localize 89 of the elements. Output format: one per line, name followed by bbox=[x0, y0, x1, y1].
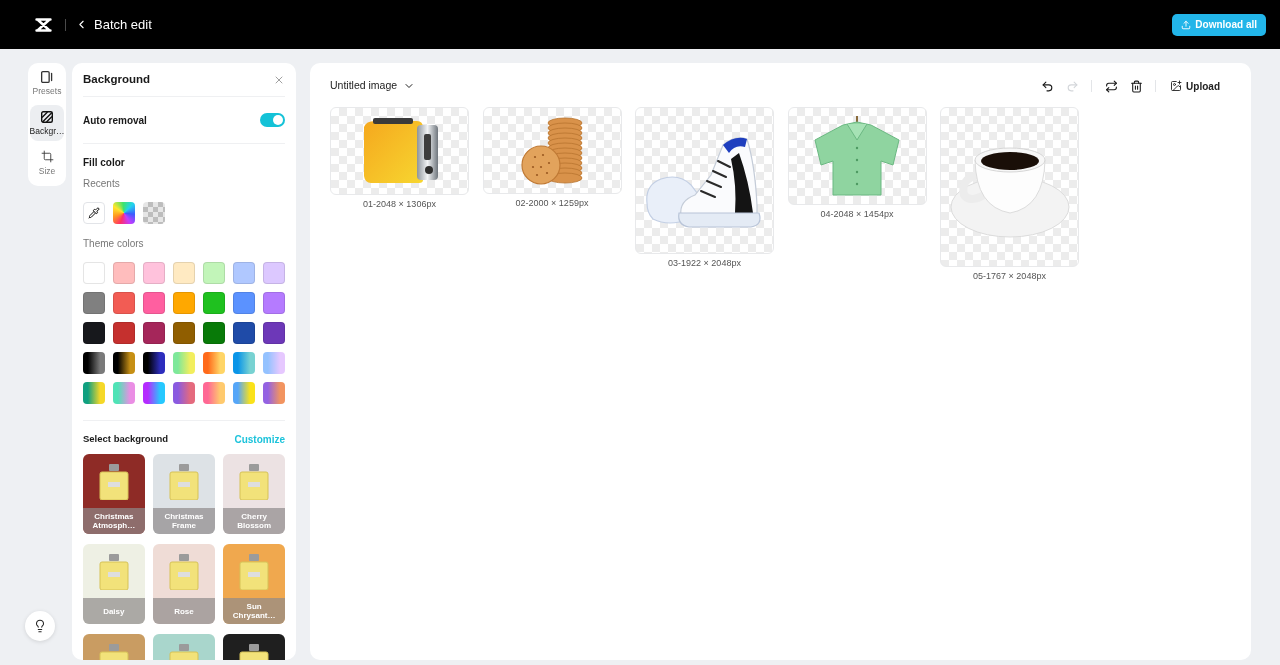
gradient-swatch[interactable] bbox=[83, 352, 105, 374]
gradient-swatch[interactable] bbox=[203, 352, 225, 374]
image-tile[interactable] bbox=[482, 107, 622, 194]
background-photo-option[interactable]: Christmas Atmosph… bbox=[83, 454, 145, 534]
crop-icon bbox=[40, 150, 54, 163]
gradient-swatch[interactable] bbox=[233, 382, 255, 404]
auto-removal-label: Auto removal bbox=[83, 113, 147, 128]
rail-tab[interactable]: Backgr… bbox=[30, 105, 64, 141]
color-swatch[interactable] bbox=[263, 292, 285, 314]
recents-label: Recents bbox=[83, 178, 121, 190]
download-all-button[interactable]: Download all bbox=[1172, 13, 1266, 36]
perfume-bottle-icon bbox=[169, 554, 199, 590]
image-title-dropdown[interactable]: Untitled image bbox=[330, 78, 416, 94]
panel-layout-icon bbox=[41, 70, 53, 83]
color-spectrum-swatch[interactable] bbox=[113, 202, 135, 224]
perfume-bottle-icon bbox=[239, 554, 270, 590]
color-swatch[interactable] bbox=[203, 292, 225, 314]
auto-removal-toggle[interactable] bbox=[260, 113, 285, 127]
image-caption: 04-2048 × 1454px bbox=[820, 209, 894, 220]
gradient-swatch[interactable] bbox=[263, 382, 285, 404]
upload-button[interactable]: Upload bbox=[1170, 78, 1220, 94]
image-caption: 03-1922 × 2048px bbox=[668, 258, 741, 269]
eyedropper-icon bbox=[88, 207, 100, 219]
background-photo-option[interactable]: Rose bbox=[153, 544, 215, 624]
color-swatch[interactable] bbox=[143, 322, 165, 344]
image-tile[interactable] bbox=[330, 107, 469, 195]
panel-title: Background bbox=[83, 71, 151, 87]
page-title: Batch edit bbox=[94, 15, 152, 34]
color-swatch[interactable] bbox=[143, 292, 165, 314]
color-swatch[interactable] bbox=[83, 262, 105, 284]
background-photo-option[interactable]: Sun Chrysant… bbox=[223, 544, 285, 624]
perfume-bottle-icon bbox=[169, 464, 199, 500]
upload-icon bbox=[1181, 19, 1192, 30]
color-swatch[interactable] bbox=[263, 262, 285, 284]
color-swatch[interactable] bbox=[203, 322, 225, 344]
background-option-label: Rose bbox=[153, 598, 215, 624]
gradient-swatch[interactable] bbox=[173, 382, 195, 404]
gradient-swatch[interactable] bbox=[113, 382, 135, 404]
perfume-bottle-icon bbox=[239, 464, 270, 500]
background-photo-option[interactable]: Daisy bbox=[83, 544, 145, 624]
eyedropper-button[interactable] bbox=[83, 202, 105, 224]
background-photo-option[interactable]: Cherry Blossom bbox=[223, 454, 285, 534]
image-plus-icon bbox=[1170, 80, 1183, 92]
theme-colors-label: Theme colors bbox=[83, 238, 145, 250]
color-swatch[interactable] bbox=[203, 262, 225, 284]
gradient-swatch[interactable] bbox=[143, 382, 165, 404]
cookies-drawing bbox=[521, 116, 583, 185]
color-swatch[interactable] bbox=[113, 262, 135, 284]
hatched-square-icon bbox=[41, 110, 53, 123]
fill-color-heading: Fill color bbox=[83, 157, 126, 169]
color-swatch[interactable] bbox=[113, 292, 135, 314]
background-option-label: Sun Chrysant… bbox=[223, 598, 285, 624]
image-caption: 02-2000 × 1259px bbox=[515, 198, 589, 209]
color-swatch[interactable] bbox=[173, 322, 195, 344]
tips-button[interactable] bbox=[25, 611, 55, 641]
background-option-label: Christmas Frame bbox=[153, 508, 215, 534]
color-swatch[interactable] bbox=[233, 322, 255, 344]
perfume-bottle-icon bbox=[98, 464, 129, 500]
color-swatch[interactable] bbox=[263, 322, 285, 344]
color-swatch[interactable] bbox=[113, 322, 135, 344]
perfume-bottle-icon bbox=[98, 554, 129, 590]
image-caption: 01-2048 × 1306px bbox=[363, 199, 436, 210]
image-tile[interactable] bbox=[940, 107, 1079, 267]
customize-link[interactable]: Customize bbox=[234, 431, 285, 447]
gradient-swatch[interactable] bbox=[263, 352, 285, 374]
image-tile[interactable] bbox=[787, 107, 927, 205]
image-caption: 05-1767 × 2048px bbox=[973, 271, 1046, 282]
lightbulb-icon bbox=[33, 619, 47, 633]
gradient-swatch[interactable] bbox=[173, 352, 195, 374]
color-swatch[interactable] bbox=[83, 292, 105, 314]
background-photo-option[interactable]: Christmas Frame bbox=[153, 454, 215, 534]
gradient-swatch[interactable] bbox=[113, 352, 135, 374]
gradient-swatch[interactable] bbox=[233, 352, 255, 374]
color-swatch[interactable] bbox=[173, 292, 195, 314]
image-tile[interactable] bbox=[635, 107, 774, 254]
gradient-swatch[interactable] bbox=[83, 382, 105, 404]
color-swatch[interactable] bbox=[233, 262, 255, 284]
app-logo-icon bbox=[35, 17, 52, 32]
gradient-swatch[interactable] bbox=[203, 382, 225, 404]
transparent-swatch[interactable] bbox=[143, 202, 165, 224]
background-option-label: Daisy bbox=[83, 598, 145, 624]
color-swatch[interactable] bbox=[173, 262, 195, 284]
color-swatch[interactable] bbox=[143, 262, 165, 284]
gradient-swatch[interactable] bbox=[143, 352, 165, 374]
background-option-label: Christmas Atmosph… bbox=[83, 508, 145, 534]
background-option-label: Cherry Blossom bbox=[223, 508, 285, 534]
color-swatch[interactable] bbox=[233, 292, 255, 314]
color-swatch[interactable] bbox=[83, 322, 105, 344]
select-background-heading: Select background bbox=[83, 431, 168, 446]
